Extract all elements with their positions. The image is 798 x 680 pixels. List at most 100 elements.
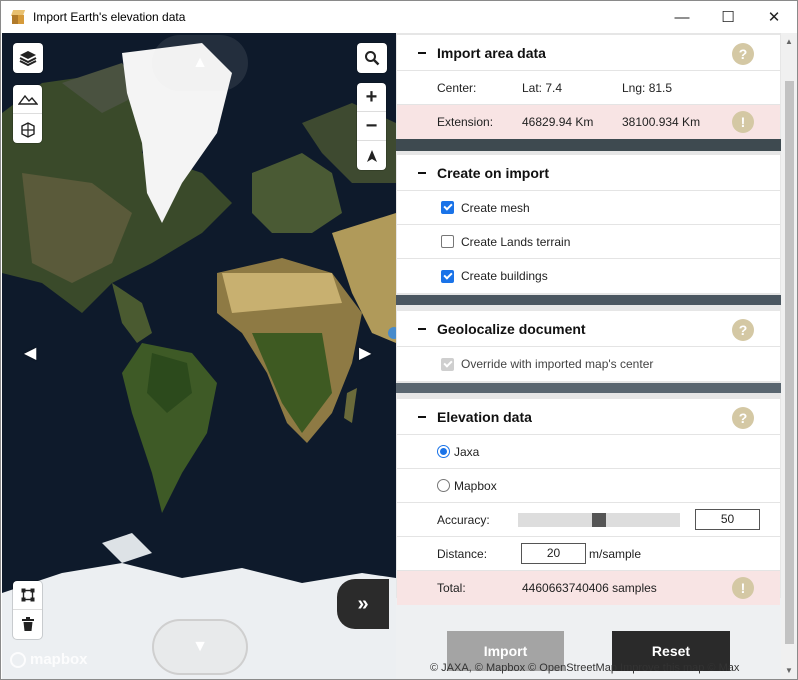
close-icon: ✕ — [767, 9, 781, 26]
override-center-row: Override with imported map's center — [397, 347, 780, 381]
distance-unit: m/sample — [589, 546, 642, 561]
satellite-map-image — [2, 33, 396, 679]
source-jaxa-label[interactable]: Jaxa — [454, 445, 479, 459]
pan-up-button[interactable]: ▲ — [152, 35, 248, 91]
compass-icon — [366, 149, 377, 162]
map-view[interactable]: ▲ + − ◀ ▶ ▼ » mapbox — [2, 33, 396, 679]
source-mapbox-label[interactable]: Mapbox — [454, 479, 497, 493]
zoom-controls: + − — [357, 83, 386, 170]
create-lands-terrain-row[interactable]: Create Lands terrain — [397, 225, 780, 259]
extension-y: 38100.934 Km — [622, 115, 701, 129]
source-mapbox-radio[interactable] — [437, 479, 450, 492]
section-header-geolocalize[interactable]: Geolocalize document ? — [397, 311, 780, 347]
section-title: Create on import — [437, 164, 550, 181]
pan-down-button[interactable]: ▼ — [152, 619, 248, 675]
layers-button[interactable] — [13, 43, 43, 73]
accuracy-input[interactable]: 50 — [695, 509, 760, 530]
map-search-button[interactable] — [357, 43, 387, 73]
delete-area-button[interactable] — [13, 610, 42, 639]
warning-icon[interactable]: ! — [732, 111, 754, 133]
collapse-icon — [418, 327, 426, 330]
collapse-icon — [418, 171, 426, 174]
total-label: Total: — [437, 581, 466, 595]
scroll-up-arrow-icon[interactable]: ▲ — [781, 33, 797, 50]
section-header-elevation[interactable]: Elevation data ? — [397, 399, 780, 435]
section-import-area: Import area data ? Center: Lat: 7.4 Lng:… — [397, 35, 780, 139]
compass-button[interactable] — [357, 141, 386, 170]
draw-tools — [13, 581, 42, 639]
draw-area-button[interactable] — [13, 581, 42, 610]
terrain-mode-button[interactable] — [13, 85, 42, 114]
help-icon[interactable]: ? — [732, 43, 754, 65]
override-center-checkbox — [441, 357, 454, 371]
search-icon — [365, 51, 380, 66]
create-mesh-label[interactable]: Create mesh — [461, 201, 530, 215]
zoom-in-button[interactable]: + — [357, 83, 386, 112]
zoom-out-button[interactable]: − — [357, 112, 386, 141]
title-bar: Import Earth's elevation data — ☐ ✕ — [1, 1, 797, 33]
arrow-down-icon: ▼ — [192, 638, 208, 655]
buildings-icon — [20, 121, 35, 138]
accuracy-label: Accuracy: — [437, 512, 490, 527]
scrollbar-thumb[interactable] — [785, 81, 794, 644]
section-create-on-import: Create on import Create mesh Create Land… — [397, 155, 780, 293]
arrow-right-icon: ▶ — [359, 345, 372, 362]
collapse-icon — [418, 51, 426, 54]
pan-left-button[interactable]: ◀ — [24, 346, 36, 362]
source-jaxa-radio[interactable] — [437, 445, 450, 458]
accuracy-slider[interactable] — [518, 513, 680, 527]
create-mesh-row[interactable]: Create mesh — [397, 191, 780, 225]
source-mapbox-row[interactable]: Mapbox — [397, 469, 780, 503]
maximize-button[interactable]: ☐ — [705, 1, 751, 33]
distance-input[interactable]: 20 — [521, 543, 586, 564]
distance-row: Distance: 20 m/sample — [397, 537, 780, 571]
total-value: 4460663740406 samples — [522, 581, 657, 595]
minimize-button[interactable]: — — [659, 1, 705, 33]
help-icon[interactable]: ? — [732, 319, 754, 341]
create-buildings-row[interactable]: Create buildings — [397, 259, 780, 293]
section-title: Geolocalize document — [437, 320, 586, 337]
bounding-box-icon — [21, 588, 34, 602]
minimize-icon: — — [674, 8, 690, 26]
close-button[interactable]: ✕ — [751, 1, 797, 33]
accuracy-row: Accuracy: 50 — [397, 503, 780, 537]
override-center-label: Override with imported map's center — [461, 357, 654, 371]
section-header-create-on-import[interactable]: Create on import — [397, 155, 780, 191]
mapbox-logo-icon — [10, 651, 26, 668]
create-lands-terrain-label[interactable]: Create Lands terrain — [461, 235, 570, 249]
section-elevation-data: Elevation data ? Jaxa Mapbox Accuracy: 5… — [397, 399, 780, 605]
total-row: Total: 4460663740406 samples ! — [397, 571, 780, 605]
collapse-icon — [418, 415, 426, 418]
mountain-icon — [17, 94, 38, 105]
center-label: Center: — [437, 80, 477, 95]
accuracy-slider-handle[interactable] — [592, 513, 606, 527]
toggle-panel-button[interactable]: » — [337, 579, 389, 629]
extension-x: 46829.94 Km — [522, 115, 594, 129]
map-attribution[interactable]: © JAXA, © Mapbox © OpenStreetMap Improve… — [430, 662, 739, 674]
settings-panel: Import area data ? Center: Lat: 7.4 Lng:… — [396, 33, 781, 679]
pan-right-button[interactable]: ▶ — [359, 346, 371, 362]
create-buildings-label[interactable]: Create buildings — [461, 269, 548, 283]
mapbox-logo-text: mapbox — [30, 651, 88, 668]
source-jaxa-row[interactable]: Jaxa — [397, 435, 780, 469]
help-icon[interactable]: ? — [732, 407, 754, 429]
window-controls: — ☐ ✕ — [659, 1, 797, 33]
create-buildings-checkbox[interactable] — [441, 269, 454, 283]
panel-scrollbar[interactable]: ▲ ▼ — [781, 33, 797, 679]
scroll-down-arrow-icon[interactable]: ▼ — [781, 662, 797, 679]
warning-icon[interactable]: ! — [732, 577, 754, 599]
app-window: Import Earth's elevation data — ☐ ✕ ▲ + … — [0, 0, 798, 680]
create-mesh-checkbox[interactable] — [441, 201, 454, 214]
extension-label: Extension: — [437, 115, 494, 129]
section-title: Import area data — [437, 44, 546, 61]
arrow-left-icon: ◀ — [24, 345, 37, 362]
map-mode-group — [13, 85, 42, 143]
mapbox-logo[interactable]: mapbox — [10, 651, 88, 668]
section-title: Elevation data — [437, 408, 532, 425]
section-header-import-area[interactable]: Import area data ? — [397, 35, 780, 71]
buildings-mode-button[interactable] — [13, 114, 42, 143]
create-lands-terrain-checkbox[interactable] — [441, 235, 454, 248]
maximize-icon: ☐ — [721, 9, 735, 26]
layers-icon — [19, 51, 37, 66]
double-chevron-right-icon: » — [357, 592, 369, 615]
